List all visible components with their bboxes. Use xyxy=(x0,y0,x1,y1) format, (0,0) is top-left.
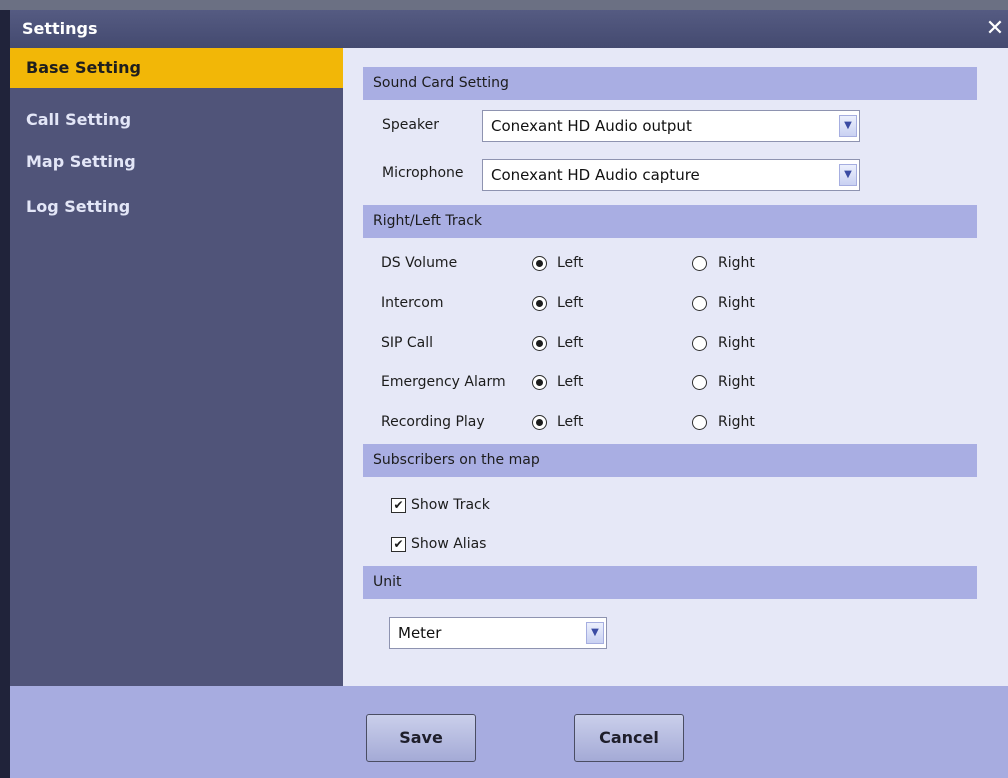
left-option-label: Left xyxy=(557,255,584,271)
sidebar-item-call-setting[interactable]: Call Setting xyxy=(10,100,343,140)
track-row-label: SIP Call xyxy=(381,335,434,351)
recording-play-left-radio[interactable] xyxy=(532,415,547,430)
ds-volume-right-radio[interactable] xyxy=(692,256,707,271)
left-option-label: Left xyxy=(557,374,584,390)
show-track-checkbox[interactable]: ✔ xyxy=(391,498,406,513)
title-bar: Settings ✕ xyxy=(10,10,1008,48)
track-row-label: Emergency Alarm xyxy=(381,374,506,390)
show-alias-label: Show Alias xyxy=(411,536,487,552)
left-option-label: Left xyxy=(557,414,584,430)
left-option-label: Left xyxy=(557,335,584,351)
speaker-select-value: Conexant HD Audio output xyxy=(491,117,692,135)
chevron-down-icon[interactable]: ▼ xyxy=(839,164,857,186)
track-row-label: Recording Play xyxy=(381,414,485,430)
right-option-label: Right xyxy=(718,414,755,430)
right-option-label: Right xyxy=(718,295,755,311)
microphone-select[interactable]: Conexant HD Audio capture ▼ xyxy=(482,159,860,191)
cancel-button[interactable]: Cancel xyxy=(574,714,684,762)
unit-select-value: Meter xyxy=(398,624,442,642)
speaker-label: Speaker xyxy=(382,117,439,133)
close-icon[interactable]: ✕ xyxy=(984,18,1006,40)
microphone-select-value: Conexant HD Audio capture xyxy=(491,166,700,184)
microphone-label: Microphone xyxy=(382,165,464,181)
sip-call-right-radio[interactable] xyxy=(692,336,707,351)
chevron-down-icon[interactable]: ▼ xyxy=(839,115,857,137)
settings-window: Settings ✕ Base Setting Call Setting Map… xyxy=(0,0,1008,778)
track-row-label: DS Volume xyxy=(381,255,458,271)
right-option-label: Right xyxy=(718,255,755,271)
sidebar: Base Setting Call Setting Map Setting Lo… xyxy=(10,48,343,686)
sidebar-item-base-setting[interactable]: Base Setting xyxy=(10,48,343,88)
ds-volume-left-radio[interactable] xyxy=(532,256,547,271)
track-row-label: Intercom xyxy=(381,295,444,311)
emergency-alarm-right-radio[interactable] xyxy=(692,375,707,390)
window-title: Settings xyxy=(22,19,98,38)
settings-content: Sound Card Setting Speaker Conexant HD A… xyxy=(343,48,1008,686)
window-top-strip xyxy=(0,0,1008,10)
recording-play-right-radio[interactable] xyxy=(692,415,707,430)
track-section-header: Right/Left Track xyxy=(363,205,977,238)
chevron-down-icon[interactable]: ▼ xyxy=(586,622,604,644)
map-section-header: Subscribers on the map xyxy=(363,444,977,477)
speaker-select[interactable]: Conexant HD Audio output ▼ xyxy=(482,110,860,142)
sidebar-item-map-setting[interactable]: Map Setting xyxy=(10,142,343,182)
intercom-left-radio[interactable] xyxy=(532,296,547,311)
sip-call-left-radio[interactable] xyxy=(532,336,547,351)
intercom-right-radio[interactable] xyxy=(692,296,707,311)
unit-select[interactable]: Meter ▼ xyxy=(389,617,607,649)
show-alias-checkbox[interactable]: ✔ xyxy=(391,537,406,552)
emergency-alarm-left-radio[interactable] xyxy=(532,375,547,390)
sound-card-section-header: Sound Card Setting xyxy=(363,67,977,100)
show-track-label: Show Track xyxy=(411,497,490,513)
footer: Save Cancel xyxy=(10,686,1008,778)
save-button[interactable]: Save xyxy=(366,714,476,762)
left-option-label: Left xyxy=(557,295,584,311)
sidebar-item-log-setting[interactable]: Log Setting xyxy=(10,187,343,227)
right-option-label: Right xyxy=(718,335,755,351)
right-option-label: Right xyxy=(718,374,755,390)
unit-section-header: Unit xyxy=(363,566,977,599)
